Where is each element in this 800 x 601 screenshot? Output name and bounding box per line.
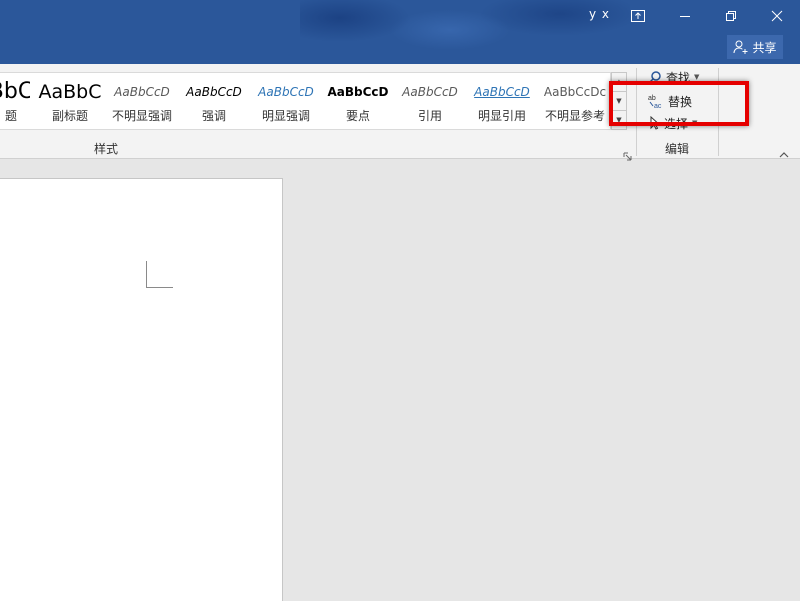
style-name: 引用: [417, 109, 442, 123]
style-sample: AaBbCcD: [258, 85, 314, 99]
title-bar-decoration: [300, 0, 630, 64]
styles-dialog-launcher[interactable]: [623, 146, 632, 165]
style-name: 强调: [201, 109, 226, 123]
style-item-subtle-reference[interactable]: AaBbCcDc 不明显参考: [540, 73, 610, 129]
style-sample: AaBbCcD: [114, 85, 170, 99]
close-button[interactable]: [754, 0, 800, 32]
style-item-title[interactable]: BbC 题: [0, 73, 30, 129]
style-sample: AaBbCcDc: [543, 85, 607, 99]
editing-group-label: 编辑: [665, 142, 690, 156]
style-name: 要点: [345, 109, 370, 123]
style-name: 明显引用: [477, 109, 526, 123]
styles-group-label: 样式: [94, 142, 119, 156]
style-item-subtitle[interactable]: AaBbC 副标题: [36, 73, 104, 129]
minimize-button[interactable]: [662, 0, 708, 32]
style-name: 不明显强调: [111, 109, 172, 123]
style-item-emphasis[interactable]: AaBbCcD 强调: [180, 73, 248, 129]
title-bar: y x 共享: [0, 0, 800, 64]
style-name: 题: [4, 109, 17, 123]
share-person-icon: [733, 40, 748, 54]
annotation-highlight-box: [609, 81, 749, 126]
share-button[interactable]: 共享: [727, 35, 783, 59]
style-item-quote[interactable]: AaBbCcD 引用: [396, 73, 464, 129]
style-name: 副标题: [51, 109, 88, 123]
dialog-launcher-icon: [623, 152, 632, 161]
style-item-intense-emphasis[interactable]: AaBbCcD 明显强调: [252, 73, 320, 129]
close-icon: [771, 10, 783, 22]
share-label: 共享: [752, 40, 777, 55]
style-sample: AaBbCcD: [402, 85, 458, 99]
style-sample: BbC: [0, 79, 30, 104]
margin-corner-mark: [146, 261, 173, 288]
style-sample: AaBbCcD: [474, 85, 530, 99]
style-item-subtle-emphasis[interactable]: AaBbCcD 不明显强调: [106, 73, 178, 129]
style-item-strong[interactable]: AaBbCcD 要点: [324, 73, 392, 129]
user-name[interactable]: y x: [589, 7, 610, 21]
style-sample: AaBbCcD: [327, 85, 389, 99]
collapse-ribbon-button[interactable]: [778, 144, 790, 163]
ribbon-display-options-icon: [631, 10, 645, 22]
style-item-intense-quote[interactable]: AaBbCcD 明显引用: [468, 73, 536, 129]
style-sample: AaBbCcD: [186, 85, 242, 99]
styles-gallery: BbC 题 AaBbC 副标题 AaBbCcD 不明显强调 AaBbCcD 强调…: [0, 72, 611, 130]
document-page[interactable]: [0, 178, 283, 601]
ribbon-display-options-button[interactable]: [615, 0, 661, 32]
minimize-icon: [680, 16, 690, 17]
chevron-up-icon: [779, 152, 789, 158]
style-name: 不明显参考: [544, 109, 605, 123]
style-name: 明显强调: [261, 109, 310, 123]
style-sample: AaBbC: [38, 81, 102, 103]
restore-button[interactable]: [708, 0, 754, 32]
chevron-down-icon: ▼: [694, 73, 700, 81]
restore-icon: [726, 11, 736, 21]
